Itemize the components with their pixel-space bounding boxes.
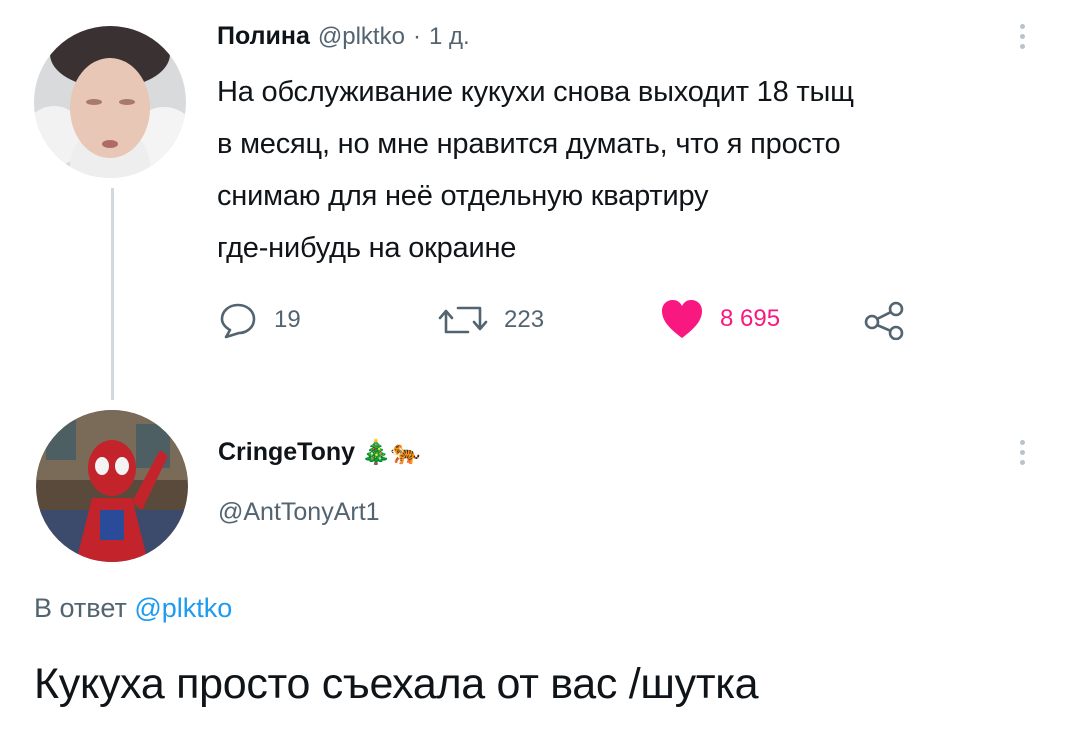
reply-count: 19 [274, 306, 301, 333]
thread-connector-line [111, 188, 114, 400]
reply-to-line: В ответ @plktko [34, 593, 232, 624]
avatar-image [34, 26, 186, 178]
author-handle[interactable]: @plktko [318, 23, 405, 51]
author-name[interactable]: Полина [217, 22, 310, 51]
author-emoji: 🎄🐅 [361, 439, 421, 466]
avatar-image [36, 410, 188, 562]
tweet-text-line: На обслуживание кукухи снова выходит 18 … [217, 76, 854, 108]
retweet-button[interactable]: 223 [438, 300, 544, 340]
share-icon [864, 301, 904, 341]
tweet-text-line: снимаю для неё отдельную квартиру [217, 180, 709, 212]
share-button[interactable] [862, 300, 908, 345]
retweet-count: 223 [504, 306, 545, 333]
reply-to-prefix: В ответ [34, 593, 127, 623]
tweet-time[interactable]: 1 д. [429, 23, 470, 51]
reply-button[interactable]: 19 [218, 300, 301, 340]
reply-author-name[interactable]: CringeTony [218, 438, 355, 467]
reply-author-handle[interactable]: @AntTonyArt1 [218, 498, 380, 527]
like-button[interactable]: 8 695 [660, 298, 780, 340]
reply-header: CringeTony 🎄🐅 [218, 438, 421, 467]
avatar-polina[interactable] [34, 26, 186, 178]
reply-text: Кукуха просто съехала от вас /шутка [34, 660, 759, 708]
tweet-header: Полина @plktko · 1 д. [217, 22, 470, 51]
like-count: 8 695 [720, 305, 781, 332]
reply-to-handle-link[interactable]: @plktko [134, 593, 232, 623]
heart-icon [662, 300, 702, 338]
retweet-icon [438, 306, 488, 334]
tweet-text: На обслуживание кукухи снова выходит 18 … [217, 66, 1057, 274]
tweet-text-line: где-нибудь на окраине [217, 232, 517, 264]
vertical-dots-icon[interactable] [1018, 24, 1026, 49]
speech-bubble-icon [220, 303, 256, 339]
vertical-dots-icon[interactable] [1018, 440, 1026, 465]
tweet-text-line: в месяц, но мне нравится думать, что я п… [217, 128, 841, 160]
dot-separator: · [412, 23, 421, 50]
avatar-cringetony[interactable] [36, 410, 188, 562]
